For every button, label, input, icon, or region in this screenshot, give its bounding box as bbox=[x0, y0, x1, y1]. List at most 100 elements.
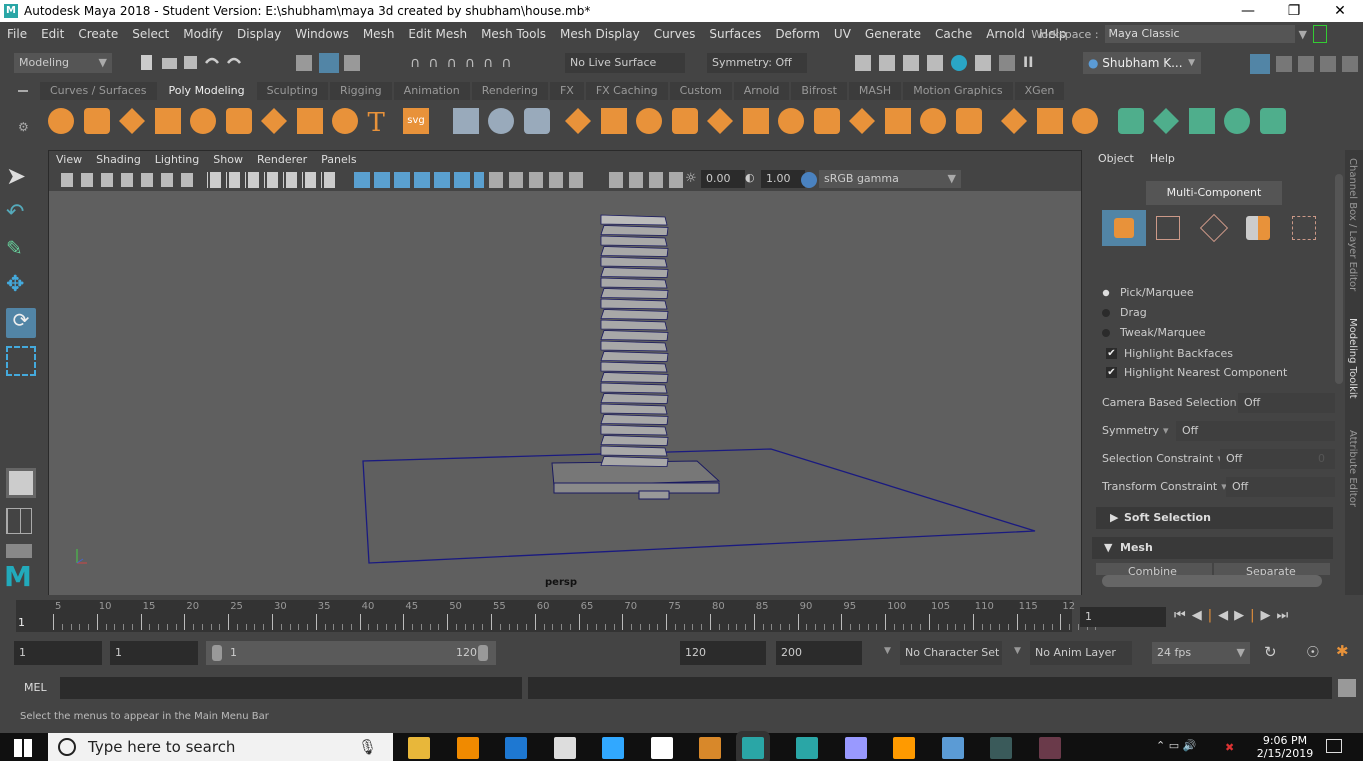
menu-mesh-tools[interactable]: Mesh Tools bbox=[474, 27, 553, 41]
menu-set-dropdown[interactable]: Modeling ▼ bbox=[14, 53, 112, 73]
shelf-settings-gear-icon[interactable]: ⚙ bbox=[18, 120, 29, 134]
perspective-view[interactable]: persp bbox=[49, 191, 1081, 595]
playback-end-field[interactable]: 120 bbox=[680, 641, 766, 665]
menu-cache[interactable]: Cache bbox=[928, 27, 979, 41]
illustrator-icon[interactable] bbox=[893, 737, 915, 759]
shelf-tab-rendering[interactable]: Rendering bbox=[471, 82, 548, 100]
color-space-dropdown[interactable]: sRGB gamma ▼ bbox=[819, 170, 961, 188]
render-setup-icon[interactable] bbox=[975, 55, 991, 71]
channel-box-icon[interactable] bbox=[1342, 56, 1358, 72]
step-back-key-icon[interactable]: | bbox=[1208, 608, 1212, 623]
toolkit-menu-object[interactable]: Object bbox=[1098, 152, 1134, 165]
viewport-menu-lighting[interactable]: Lighting bbox=[148, 151, 206, 169]
menu-modify[interactable]: Modify bbox=[176, 27, 230, 41]
remote-desktop-icon[interactable] bbox=[941, 737, 964, 759]
four-view-layout-icon[interactable] bbox=[6, 508, 32, 534]
app-e-icon[interactable] bbox=[699, 737, 721, 759]
mirror-icon[interactable] bbox=[742, 108, 769, 134]
shelf-tab-poly-modeling[interactable]: Poly Modeling bbox=[158, 82, 255, 100]
option-camera-based-selection[interactable]: Camera Based Selection ▾ bbox=[1102, 396, 1246, 409]
command-language-label[interactable]: MEL bbox=[24, 681, 47, 694]
account-button[interactable]: ● Shubham K... ▼ bbox=[1083, 52, 1201, 74]
radio-drag[interactable]: Drag bbox=[1102, 306, 1147, 319]
cylindrical-uv-icon[interactable] bbox=[1188, 108, 1215, 134]
menu-mesh-display[interactable]: Mesh Display bbox=[553, 27, 647, 41]
undo-icon[interactable] bbox=[205, 57, 219, 64]
shelf-tab-motion-graphics[interactable]: Motion Graphics bbox=[903, 82, 1013, 100]
option-symmetry[interactable]: Symmetry ▾ bbox=[1102, 424, 1169, 437]
light-editor-icon[interactable] bbox=[999, 55, 1015, 71]
shelf-tab-curves-surfaces[interactable]: Curves / Surfaces bbox=[40, 82, 157, 100]
menu-uv[interactable]: UV bbox=[827, 27, 858, 41]
taskbar-search[interactable]: Type here to search 🎙 bbox=[48, 733, 393, 761]
lock-icon[interactable] bbox=[1313, 25, 1327, 43]
multi-component-button[interactable]: Multi-Component bbox=[1146, 181, 1282, 205]
hypershade-icon[interactable] bbox=[951, 55, 967, 71]
action-center-icon[interactable] bbox=[1326, 739, 1342, 753]
tool-settings-icon[interactable] bbox=[1320, 56, 1336, 72]
menu-generate[interactable]: Generate bbox=[858, 27, 928, 41]
attribute-editor-icon[interactable] bbox=[1298, 56, 1314, 72]
redo-icon[interactable] bbox=[227, 57, 241, 64]
menu-select[interactable]: Select bbox=[125, 27, 176, 41]
restore-button[interactable]: ❐ bbox=[1271, 0, 1317, 22]
gamma-field[interactable]: 1.00 bbox=[761, 170, 805, 188]
outliner-layout-icon[interactable] bbox=[6, 544, 32, 558]
maya-icon[interactable] bbox=[741, 737, 764, 759]
clock[interactable]: 9:06 PM 2/15/2019 bbox=[1252, 734, 1318, 760]
live-surface-field[interactable]: No Live Surface bbox=[565, 53, 685, 73]
select-object-icon[interactable] bbox=[319, 53, 339, 73]
multi-cut-icon[interactable] bbox=[1001, 108, 1027, 134]
shelf-tab-rigging[interactable]: Rigging bbox=[329, 82, 392, 100]
poly-plane-icon[interactable] bbox=[225, 108, 252, 134]
menu-file[interactable]: File bbox=[0, 27, 34, 41]
play-backward-icon[interactable]: ◀ bbox=[1218, 608, 1228, 623]
show-hidden-icons[interactable]: ⌃ ▭ 🔊 bbox=[1156, 739, 1196, 752]
mail-icon[interactable] bbox=[650, 737, 673, 759]
gamma-icon[interactable]: ◐ bbox=[745, 171, 755, 184]
shading-mode-icons[interactable] bbox=[354, 172, 484, 188]
app-red-icon[interactable] bbox=[1038, 737, 1061, 759]
fps-dropdown[interactable]: 24 fps ▼ bbox=[1152, 642, 1250, 664]
shelf-tab-xgen[interactable]: XGen bbox=[1014, 82, 1065, 100]
save-scene-icon[interactable] bbox=[184, 56, 197, 69]
combine-icon[interactable] bbox=[565, 108, 591, 134]
range-slider[interactable]: 1 120 bbox=[206, 641, 496, 665]
super-shape-icon[interactable] bbox=[332, 108, 358, 134]
insert-edge-loop-icon[interactable] bbox=[884, 108, 911, 134]
move-tool-icon[interactable]: ✥ bbox=[6, 272, 36, 302]
separate-icon[interactable] bbox=[600, 108, 627, 134]
circularize-icon[interactable] bbox=[920, 108, 946, 134]
shelf-tab-fx[interactable]: FX bbox=[549, 82, 584, 100]
radio-tweak-marquee[interactable]: Tweak/Marquee bbox=[1102, 326, 1206, 339]
poly-disc-icon[interactable] bbox=[261, 108, 287, 134]
checkbox[interactable]: ✔ bbox=[1106, 367, 1117, 378]
store-icon[interactable] bbox=[553, 737, 576, 759]
app-green-icon[interactable] bbox=[990, 737, 1012, 759]
script-editor-icon[interactable] bbox=[1338, 679, 1356, 697]
toggle-modeling-toolkit-icon[interactable] bbox=[1250, 54, 1270, 74]
smooth-icon[interactable] bbox=[671, 108, 698, 134]
freeze-transform-icon[interactable] bbox=[523, 108, 550, 134]
animation-preferences-icon[interactable]: ✱ bbox=[1336, 642, 1349, 660]
object-mode-button[interactable] bbox=[1102, 210, 1146, 246]
target-weld-icon[interactable] bbox=[1036, 108, 1063, 134]
rotate-tool-icon[interactable]: ⟳ bbox=[6, 308, 36, 338]
scale-tool-icon[interactable] bbox=[6, 346, 36, 376]
menu-edit[interactable]: Edit bbox=[34, 27, 71, 41]
edge-mode-button[interactable] bbox=[1199, 213, 1229, 243]
workspace-dropdown[interactable]: Maya Classic bbox=[1104, 25, 1295, 43]
time-slider[interactable]: 1 5 10 15 20 25 30 35 40 45 50 55 60 65 70 75 80 85 90 95 10… bbox=[16, 600, 1097, 632]
shelf-tab-bifrost[interactable]: Bifrost bbox=[791, 82, 847, 100]
windows-start-icon[interactable] bbox=[14, 739, 32, 757]
viewport-menu-view[interactable]: View bbox=[49, 151, 89, 169]
shelf-tab-mash[interactable]: MASH bbox=[848, 82, 902, 100]
camera-tools-icons[interactable] bbox=[61, 173, 201, 187]
3dsmax-icon[interactable] bbox=[796, 737, 818, 759]
uv-mode-button[interactable] bbox=[1292, 216, 1316, 240]
bridge-icon[interactable] bbox=[813, 108, 840, 134]
freeze-history-icon[interactable] bbox=[488, 108, 514, 134]
view-tools-icons[interactable] bbox=[609, 172, 689, 188]
minimize-button[interactable]: — bbox=[1225, 0, 1271, 22]
menu-display[interactable]: Display bbox=[230, 27, 288, 41]
